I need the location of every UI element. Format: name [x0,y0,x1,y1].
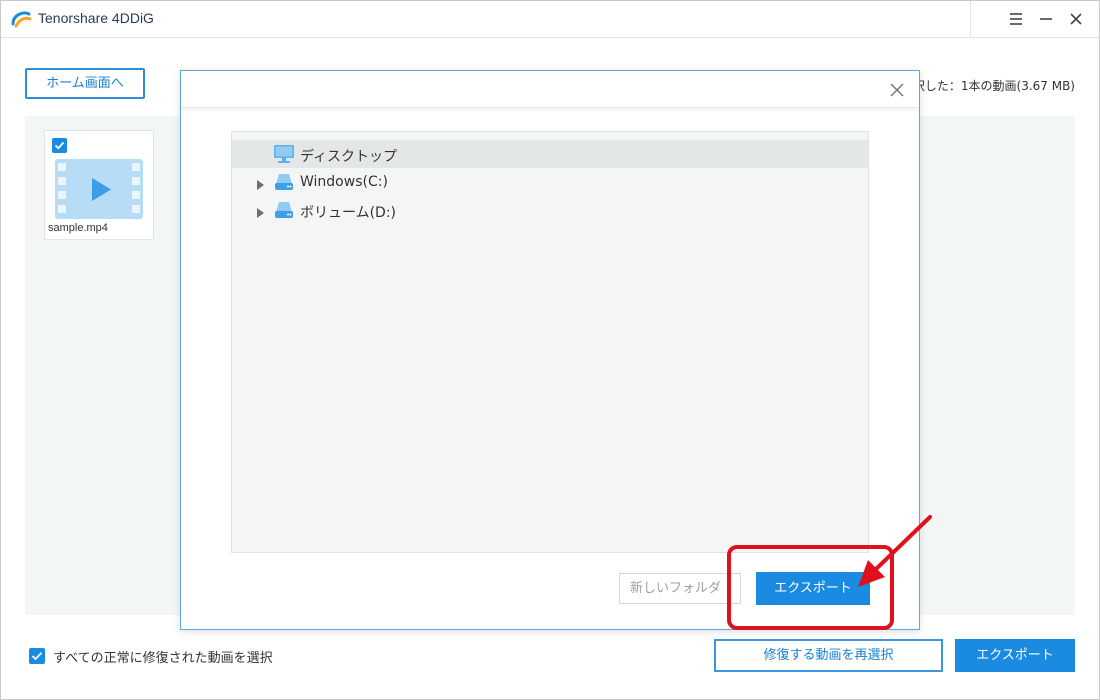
title-divider [970,0,971,38]
tree-item-drive-d[interactable]: ボリューム(D:) [232,196,868,224]
app-title: Tenorshare 4DDiG [38,10,154,26]
select-all-label: すべての正常に修復された動画を選択 [53,650,273,666]
expand-arrow-icon[interactable] [256,176,266,190]
reselect-videos-button[interactable]: 修復する動画を再選択 [714,639,943,672]
tree-item-drive-c[interactable]: Windows(C:) [232,168,868,196]
app-logo-icon [10,9,32,29]
file-name: sample.mp4 [48,222,108,234]
selection-info: 択した：1本の動画(3.67 MB) [912,79,1075,93]
tree-item-label: ボリューム(D:) [300,205,397,221]
tree-item-label: ディスクトップ [300,149,398,165]
checkbox-checked-icon[interactable] [29,648,45,664]
monitor-icon [273,144,295,164]
expand-arrow-icon[interactable] [256,204,266,218]
menu-icon[interactable] [1004,7,1028,31]
drive-icon [273,172,295,192]
home-button[interactable]: ホーム画面へ [25,68,145,99]
tree-item-desktop[interactable]: ディスクトップ [232,140,868,168]
dialog-header [181,71,919,108]
file-checkbox[interactable] [52,138,67,153]
tree-item-label: Windows(C:) [300,174,388,190]
drive-icon [273,200,295,220]
select-all-checkbox[interactable]: すべての正常に修復された動画を選択 [29,647,273,666]
title-bar: Tenorshare 4DDiG [0,0,1100,38]
file-card[interactable]: sample.mp4 [44,130,154,240]
export-button[interactable]: エクスポート [955,639,1075,672]
dialog-close-icon[interactable] [888,81,906,99]
new-folder-button[interactable]: 新しいフォルダ [619,573,741,604]
folder-tree: ディスクトップ Windows(C:) ボリューム(D:) [231,131,869,553]
video-thumbnail-icon [55,159,143,219]
close-icon[interactable] [1064,7,1088,31]
dialog-export-button[interactable]: エクスポート [756,572,870,605]
export-location-dialog: ディスクトップ Windows(C:) ボリューム(D:) 新しいフォルダ エク… [180,70,920,630]
minimize-icon[interactable] [1034,7,1058,31]
